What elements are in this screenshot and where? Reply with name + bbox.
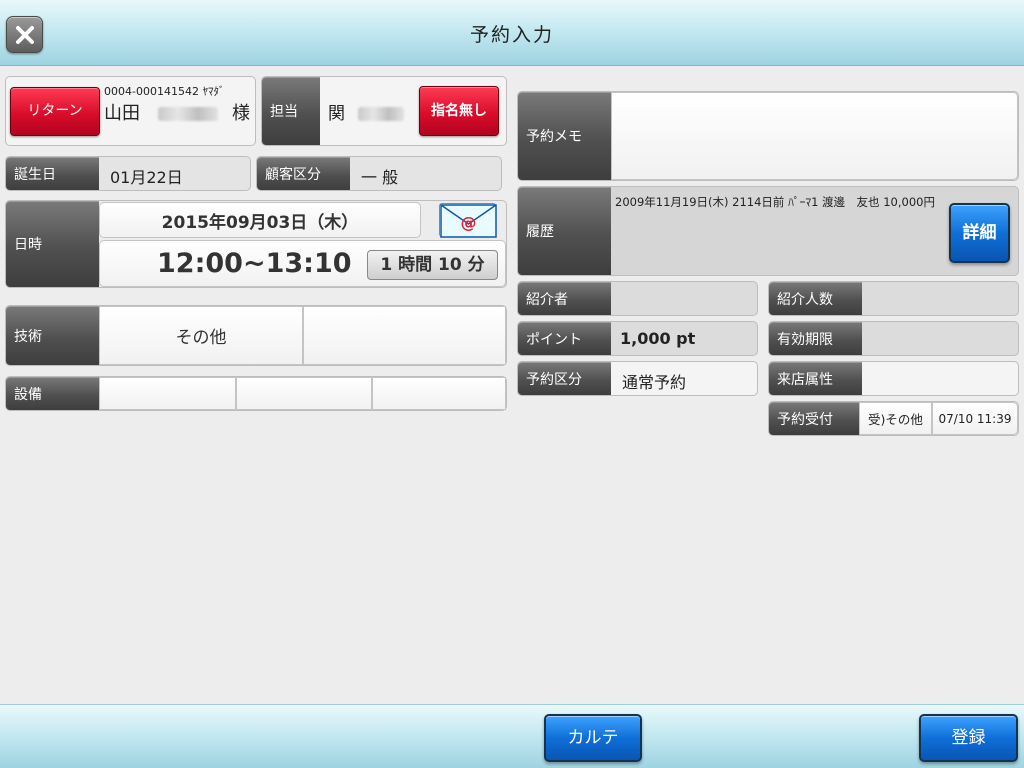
reception-row: 予約受付 受)その他 07/10 11:39: [768, 401, 1019, 436]
footer-bar: カルテ 登録: [0, 704, 1024, 768]
mail-icon: @: [440, 204, 497, 238]
referrer-label: 紹介者: [518, 282, 611, 315]
time-field[interactable]: 12:00~13:10 1 時間 10 分: [99, 240, 506, 287]
time-range: 12:00~13:10: [157, 248, 352, 279]
memo-field[interactable]: [611, 92, 1018, 180]
birthday-value[interactable]: 01月22日: [110, 164, 183, 188]
history-label: 履歴: [518, 187, 611, 275]
points-row: ポイント 1,000 pt: [517, 321, 758, 356]
staff-label: 担当: [262, 77, 320, 145]
page-title: 予約入力: [469, 24, 554, 46]
technique-slot-1[interactable]: その他: [99, 306, 303, 365]
technique-slot-2[interactable]: [303, 306, 506, 365]
reception-label: 予約受付: [769, 402, 859, 435]
customer-class-row: 顧客区分 一 般: [256, 156, 502, 191]
history-detail-button[interactable]: 詳細: [949, 203, 1010, 263]
memo-label: 予約メモ: [518, 92, 611, 180]
reservation-type-value[interactable]: 通常予約: [622, 369, 686, 393]
visit-attr-label: 来店属性: [769, 362, 862, 395]
reception-channel[interactable]: 受)その他: [859, 402, 932, 435]
customer-class-label: 顧客区分: [257, 157, 350, 190]
staff-redaction: [358, 107, 405, 121]
mail-button[interactable]: @: [439, 203, 497, 238]
return-button[interactable]: リターン: [10, 87, 100, 136]
svg-text:@: @: [461, 213, 477, 232]
staff-panel: 担当 関 指名無し: [261, 76, 507, 146]
referral-count-row: 紹介人数: [768, 281, 1019, 316]
points-label: ポイント: [518, 322, 611, 355]
customer-name-row: 山田 様: [104, 99, 250, 125]
points-value: 1,000 pt: [620, 329, 696, 348]
birthday-row: 誕生日 01月22日: [5, 156, 251, 191]
technique-row: 技術 その他: [5, 305, 507, 366]
duration-badge[interactable]: 1 時間 10 分: [367, 250, 498, 280]
customer-name: 山田: [104, 103, 140, 124]
expiry-label: 有効期限: [769, 322, 862, 355]
reservation-type-row: 予約区分 通常予約: [517, 361, 758, 396]
register-button[interactable]: 登録: [919, 714, 1018, 762]
birthday-label: 誕生日: [6, 157, 99, 190]
datetime-panel: 日時 2015年09月03日（木） @ 12:00~13:10 1 時間 10 …: [5, 200, 507, 288]
datetime-label: 日時: [6, 201, 99, 287]
visit-attr-row: 来店属性: [768, 361, 1019, 396]
referral-count-label: 紹介人数: [769, 282, 862, 315]
equipment-slot-3[interactable]: [372, 377, 506, 410]
referrer-row: 紹介者: [517, 281, 758, 316]
reservation-type-label: 予約区分: [518, 362, 611, 395]
honorific: 様: [232, 103, 250, 124]
equipment-label: 設備: [6, 377, 99, 410]
history-text: 2009年11月19日(木) 2114日前 ﾊﾟｰﾏ1 渡邊 友也 10,000…: [615, 195, 935, 209]
expiry-row: 有効期限: [768, 321, 1019, 356]
date-field[interactable]: 2015年09月03日（木）: [99, 202, 421, 238]
no-nominate-button[interactable]: 指名無し: [419, 86, 499, 136]
karte-button[interactable]: カルテ: [544, 714, 642, 762]
customer-panel: リターン 0004-000141542 ﾔﾏﾀﾞ 山田 様: [5, 76, 256, 146]
reception-datetime: 07/10 11:39: [932, 402, 1018, 435]
name-redaction: [157, 107, 218, 121]
technique-label: 技術: [6, 306, 99, 365]
customer-class-value[interactable]: 一 般: [361, 164, 398, 188]
customer-code: 0004-000141542 ﾔﾏﾀﾞ: [104, 85, 225, 98]
equipment-row: 設備: [5, 376, 507, 411]
header-bar: 予約入力: [0, 0, 1024, 66]
equipment-slot-1[interactable]: [99, 377, 236, 410]
equipment-slot-2[interactable]: [236, 377, 372, 410]
staff-name-row: 関: [328, 99, 405, 124]
history-row: 履歴 2009年11月19日(木) 2114日前 ﾊﾟｰﾏ1 渡邊 友也 10,…: [517, 186, 1019, 276]
memo-row: 予約メモ: [517, 91, 1019, 181]
staff-name: 関: [328, 104, 345, 124]
